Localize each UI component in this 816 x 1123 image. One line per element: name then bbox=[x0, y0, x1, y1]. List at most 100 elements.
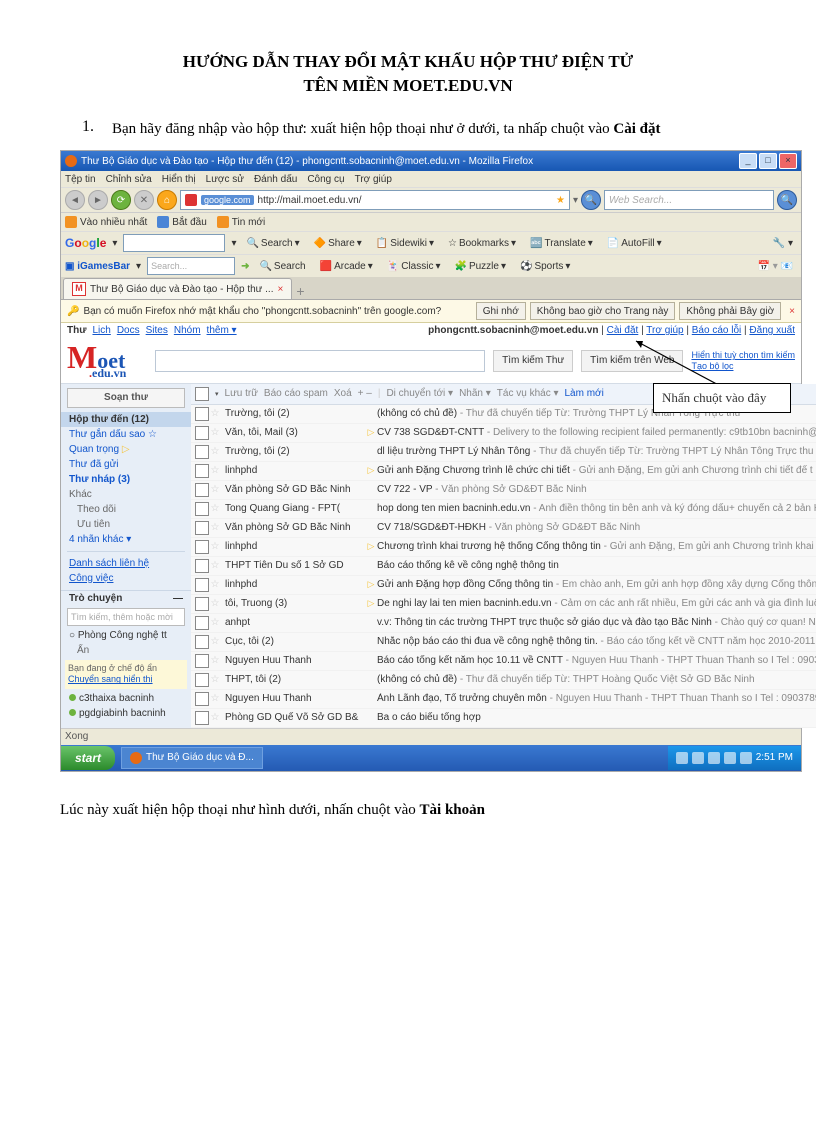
bookmark-item[interactable]: Tin mới bbox=[217, 216, 265, 228]
chat-self[interactable]: ○ Phòng Công nghệ tt bbox=[61, 628, 191, 643]
row-checkbox[interactable] bbox=[195, 426, 209, 440]
sidebar-important[interactable]: Quan trọng ▷ bbox=[61, 442, 191, 457]
chat-show-link[interactable]: Chuyển sang hiển thị bbox=[68, 674, 153, 684]
mail-row[interactable]: ☆Tong Quang Giang - FPT(hop dong ten mie… bbox=[191, 500, 816, 519]
mail-row[interactable]: ☆Nguyen Huu ThanhBáo cáo tổng kết năm họ… bbox=[191, 652, 816, 671]
sidebar-inbox[interactable]: Hộp thư đến (12) bbox=[61, 412, 191, 427]
delete-button[interactable]: Xoá bbox=[334, 388, 352, 399]
reload-button[interactable]: ⟳ bbox=[111, 190, 131, 210]
mail-row[interactable]: ☆Cục, tôi (2)Nhắc nộp báo cáo thi đua về… bbox=[191, 633, 816, 652]
row-checkbox[interactable] bbox=[195, 673, 209, 687]
igames-search[interactable]: 🔍 Search bbox=[255, 258, 309, 274]
bookmark-item[interactable]: Bắt đầu bbox=[157, 216, 206, 228]
sidebar-sent[interactable]: Thư đã gửi bbox=[61, 457, 191, 472]
row-checkbox[interactable] bbox=[195, 483, 209, 497]
google-bookmarks-btn[interactable]: ☆ Bookmarks ▾ bbox=[444, 235, 520, 251]
menu-item[interactable]: Chỉnh sửa bbox=[106, 174, 152, 185]
star-icon[interactable]: ☆ bbox=[209, 541, 221, 552]
stop-button[interactable]: ✕ bbox=[134, 190, 154, 210]
menu-item[interactable]: Tệp tin bbox=[65, 174, 96, 185]
settings-link[interactable]: Cài đặt bbox=[607, 325, 639, 336]
tray-icon[interactable] bbox=[692, 752, 704, 764]
signout-link[interactable]: Đăng xuất bbox=[749, 325, 795, 336]
menu-item[interactable]: Lược sử bbox=[206, 174, 244, 185]
help-link[interactable]: Trợ giúp bbox=[646, 325, 683, 336]
compose-button[interactable]: Soạn thư bbox=[67, 388, 185, 408]
nav-groups[interactable]: Nhóm bbox=[174, 325, 201, 341]
row-checkbox[interactable] bbox=[195, 559, 209, 573]
home-button[interactable]: ⌂ bbox=[157, 190, 177, 210]
google-share-btn[interactable]: 🔶 Share ▾ bbox=[310, 235, 366, 251]
tray-icon[interactable] bbox=[740, 752, 752, 764]
menu-item[interactable]: Đánh dấu bbox=[254, 174, 297, 185]
archive-button[interactable]: Lưu trữ bbox=[225, 388, 258, 399]
star-icon[interactable]: ☆ bbox=[209, 617, 221, 628]
row-checkbox[interactable] bbox=[195, 578, 209, 592]
google-autofill-btn[interactable]: 📄 AutoFill ▾ bbox=[603, 235, 666, 251]
mail-row[interactable]: ☆linhphd▷Gửi anh Đặng Chương trình lễ ch… bbox=[191, 462, 816, 481]
star-icon[interactable]: ☆ bbox=[209, 465, 221, 476]
bookmark-item[interactable]: Vào nhiều nhất bbox=[65, 216, 147, 228]
google-sidewiki-btn[interactable]: 📋 Sidewiki ▾ bbox=[372, 235, 438, 251]
tab-close-icon[interactable]: × bbox=[277, 284, 283, 295]
mail-row[interactable]: ☆anhptv.v: Thông tin các trường THPT trự… bbox=[191, 614, 816, 633]
star-icon[interactable]: ☆ bbox=[209, 655, 221, 666]
sidebar-other[interactable]: Khác bbox=[61, 487, 191, 502]
never-button[interactable]: Không bao giờ cho Trang này bbox=[530, 302, 676, 320]
maximize-button[interactable]: □ bbox=[759, 153, 777, 169]
mail-row[interactable]: ☆linhphd▷Chương trình khai trương hệ thố… bbox=[191, 538, 816, 557]
chat-contact[interactable]: c3thaixa bacninh bbox=[61, 691, 191, 706]
mail-row[interactable]: ☆Nguyen Huu ThanhẢnh Lãnh đạo, Tổ trưởng… bbox=[191, 690, 816, 709]
star-icon[interactable]: ☆ bbox=[209, 408, 221, 419]
row-checkbox[interactable] bbox=[195, 616, 209, 630]
star-icon[interactable]: ☆ bbox=[209, 427, 221, 438]
search-mail-button[interactable]: Tìm kiếm Thư bbox=[493, 350, 573, 372]
star-icon[interactable]: ★ bbox=[556, 195, 565, 206]
sidebar-starred[interactable]: Thư gắn dấu sao ☆ bbox=[61, 427, 191, 442]
mail-row[interactable]: ☆Văn, tôi, Mail (3)▷CV 738 SGD&ĐT-CNTT -… bbox=[191, 424, 816, 443]
select-all-checkbox[interactable] bbox=[195, 387, 209, 401]
star-icon[interactable]: ☆ bbox=[209, 598, 221, 609]
not-now-button[interactable]: Không phải Bây giờ bbox=[679, 302, 781, 320]
sidebar-priority[interactable]: Ưu tiên bbox=[61, 517, 191, 532]
mail-row[interactable]: ☆THPT Tiên Du số 1 Sở GDBáo cáo thống kê… bbox=[191, 557, 816, 576]
mail-row[interactable]: ☆Văn phòng Sở GD Bắc NinhCV 718/SGD&ĐT-H… bbox=[191, 519, 816, 538]
igames-sports[interactable]: ⚽ Sports ▾ bbox=[516, 258, 574, 274]
show-search-options[interactable]: Hiển thị tuỳ chọn tìm kiếm bbox=[691, 350, 795, 360]
infobar-close-icon[interactable]: × bbox=[789, 306, 795, 317]
tray-icon[interactable] bbox=[724, 752, 736, 764]
labels-button[interactable]: Nhãn ▾ bbox=[459, 388, 491, 399]
nav-docs[interactable]: Docs bbox=[117, 325, 140, 341]
row-checkbox[interactable] bbox=[195, 445, 209, 459]
new-tab-button[interactable]: + bbox=[296, 283, 304, 299]
tray-icon[interactable] bbox=[676, 752, 688, 764]
sidebar-more-labels[interactable]: 4 nhãn khác ▾ bbox=[61, 532, 191, 547]
igames-puzzle[interactable]: 🧩 Puzzle ▾ bbox=[451, 258, 511, 274]
chat-contact[interactable]: pgdgiabinh bacninh bbox=[61, 706, 191, 721]
forward-button[interactable]: ► bbox=[88, 190, 108, 210]
dropdown-icon[interactable]: ▾ bbox=[573, 195, 578, 206]
browser-tab[interactable]: M Thư Bộ Giáo dục và Đào tạo - Hộp thư .… bbox=[63, 278, 292, 299]
mail-row[interactable]: ☆Phòng GD Quế Võ Sở GD B&Ba o cáo biểu t… bbox=[191, 709, 816, 728]
star-icon[interactable]: ☆ bbox=[209, 674, 221, 685]
moveto-button[interactable]: Di chuyển tới ▾ bbox=[386, 388, 453, 399]
star-icon[interactable]: ☆ bbox=[209, 446, 221, 457]
igames-classic[interactable]: 🃏 Classic ▾ bbox=[383, 258, 445, 274]
start-button[interactable]: start bbox=[61, 746, 115, 770]
sidebar-follow[interactable]: Theo dõi bbox=[61, 502, 191, 517]
chat-search-input[interactable]: Tìm kiếm, thêm hoặc mời bbox=[67, 608, 185, 626]
search-go-button[interactable]: 🔍 bbox=[777, 190, 797, 210]
go-icon[interactable]: ➜ bbox=[241, 261, 249, 272]
mail-search-input[interactable] bbox=[155, 350, 485, 372]
more-actions-button[interactable]: Tác vụ khác ▾ bbox=[497, 388, 559, 399]
google-settings-icon[interactable]: 🔧 ▾ bbox=[769, 235, 797, 251]
mail-row[interactable]: ☆Văn phòng Sở GD Bắc NinhCV 722 - VP - V… bbox=[191, 481, 816, 500]
mail-row[interactable]: ☆THPT, tôi (2)(không có chủ đề) - Thư đã… bbox=[191, 671, 816, 690]
sidebar-contacts[interactable]: Danh sách liên hệ bbox=[61, 556, 191, 571]
search-field[interactable]: Web Search... bbox=[604, 190, 774, 210]
row-checkbox[interactable] bbox=[195, 407, 209, 421]
create-filter[interactable]: Tạo bộ lọc bbox=[691, 361, 733, 371]
mail-row[interactable]: ☆Trường, tôi (2)dl liệu trường THPT Lý N… bbox=[191, 443, 816, 462]
star-icon[interactable]: ☆ bbox=[209, 522, 221, 533]
report-link[interactable]: Báo cáo lỗi bbox=[692, 325, 741, 336]
